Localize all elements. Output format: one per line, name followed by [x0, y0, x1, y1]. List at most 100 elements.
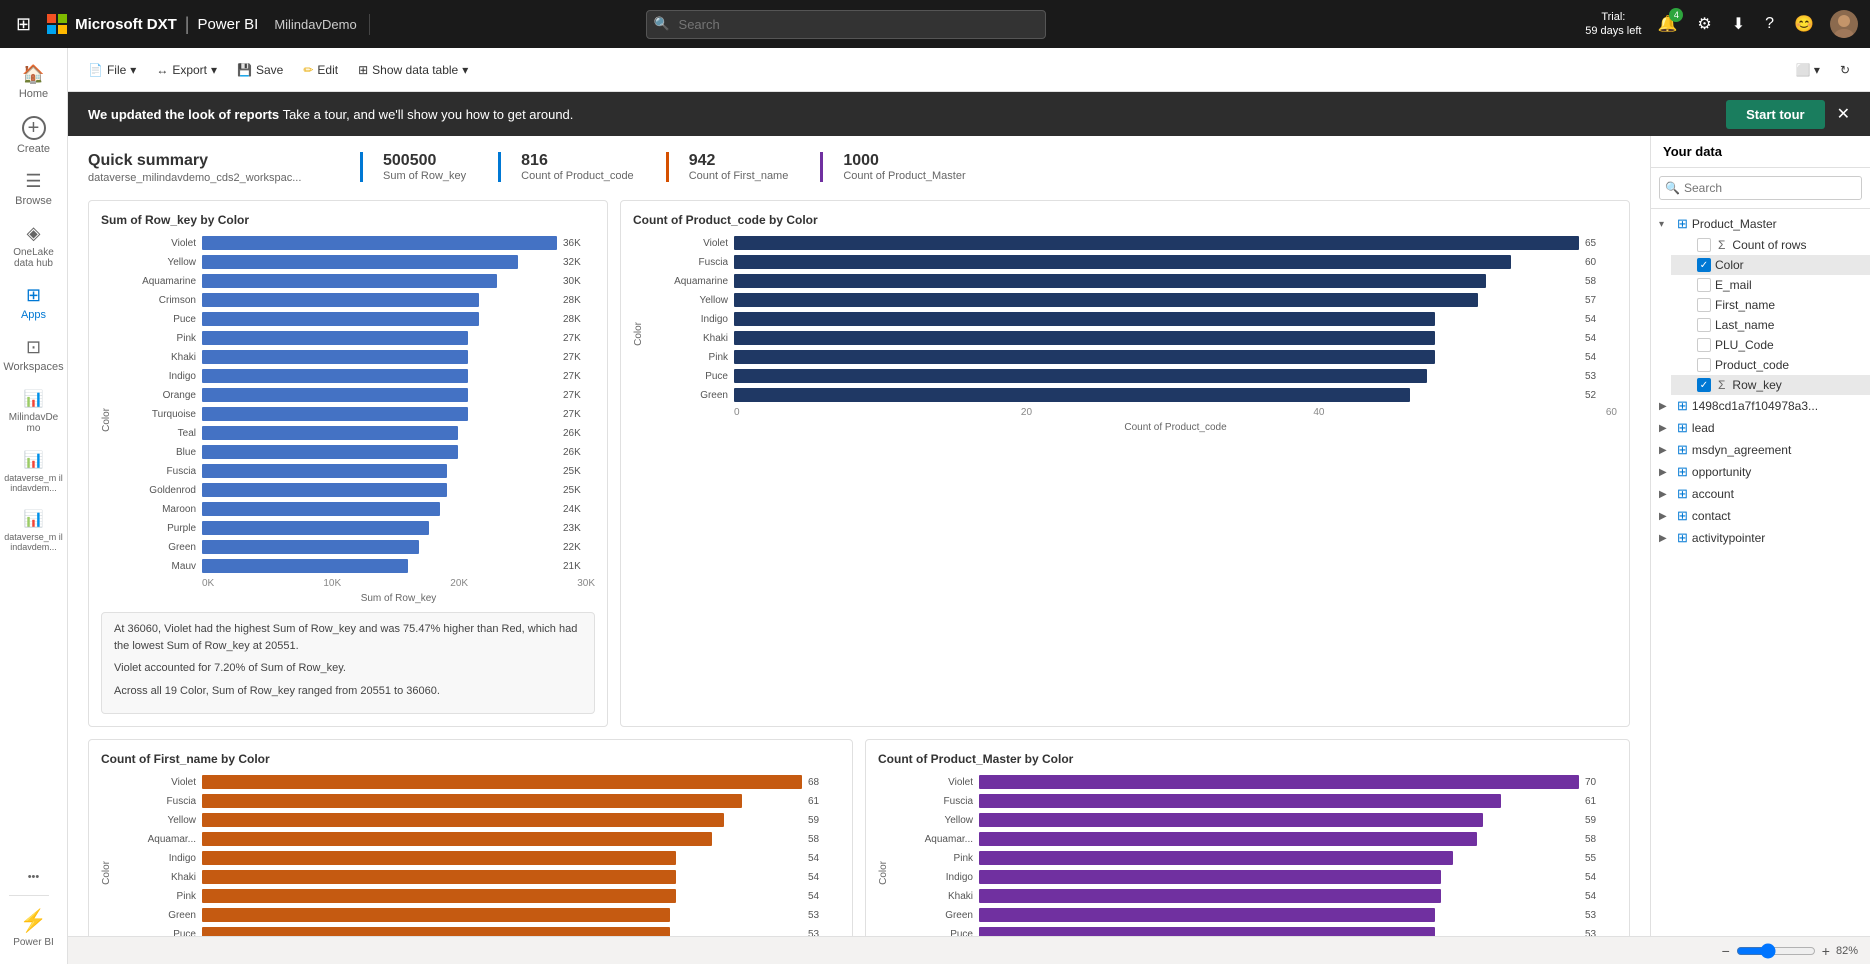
table-icon-contact: ⊞: [1677, 508, 1688, 524]
nav-right: Trial: 59 days left 🔔 4 ⚙ ⬇ ? 😊: [1585, 10, 1858, 39]
bar-row: Fuscia61: [893, 793, 1617, 809]
banner-text: We updated the look of reports Take a to…: [88, 107, 573, 122]
banner-close-btn[interactable]: ✕: [1837, 104, 1850, 124]
zoom-value: 82%: [1836, 945, 1858, 957]
toolbar-right: ⬜ ▾ ↻: [1788, 59, 1858, 81]
bar-row: Fuscia25K: [116, 463, 595, 479]
last-name-checkbox[interactable]: [1697, 318, 1711, 332]
plu-code-checkbox[interactable]: [1697, 338, 1711, 352]
tree-table-account[interactable]: ▶ ⊞ account: [1651, 483, 1870, 505]
qs-metric-product-code: 816 Count of Product_code: [498, 152, 654, 182]
workspace-name: MilindavDemo: [274, 17, 356, 32]
sidebar-item-onelake[interactable]: ◈ OneLake data hub: [0, 215, 67, 277]
sidebar-item-browse[interactable]: ☰ Browse: [0, 163, 67, 215]
expand-opportunity: ▶: [1659, 467, 1673, 478]
save-btn[interactable]: 💾 Save: [229, 59, 291, 81]
download-btn[interactable]: ⬇: [1728, 10, 1749, 38]
bar-row: Yellow32K: [116, 254, 595, 270]
charts-row-1: Sum of Row_key by Color Color Violet36K …: [88, 200, 1630, 727]
nav-logo: Microsoft DXT | Power BI MilindavDemo: [47, 14, 370, 35]
bar-row: Yellow57: [648, 292, 1617, 308]
zoom-out-btn[interactable]: −: [1722, 943, 1730, 959]
chart3-bars: Violet68 Fuscia61 Yellow59 Aquamar...58 …: [116, 774, 840, 942]
tree-table-msdyn[interactable]: ▶ ⊞ msdyn_agreement: [1651, 439, 1870, 461]
sidebar-item-home[interactable]: 🏠 Home: [0, 56, 67, 108]
product-code-checkbox[interactable]: [1697, 358, 1711, 372]
bar-row: Khaki54: [648, 330, 1617, 346]
tree-product-code[interactable]: Product_code: [1671, 355, 1870, 375]
row-key-checkbox[interactable]: ✓: [1697, 378, 1711, 392]
zoom-in-btn[interactable]: +: [1822, 943, 1830, 959]
first-name-checkbox[interactable]: [1697, 298, 1711, 312]
tree-count-rows[interactable]: Σ Count of rows: [1671, 235, 1870, 255]
count-rows-checkbox[interactable]: [1697, 238, 1711, 252]
bar-row: Indigo54: [648, 311, 1617, 327]
bar-row: Khaki27K: [116, 349, 595, 365]
table-icon-account: ⊞: [1677, 486, 1688, 502]
global-search: 🔍: [646, 10, 1046, 39]
bar-row: Turquoise27K: [116, 406, 595, 422]
export-btn[interactable]: ↔ Export ▾: [148, 59, 225, 81]
chart1-y-axis: Color: [101, 408, 112, 432]
sidebar-item-dataverse2[interactable]: 📊 dataverse_m ilindavdem...: [0, 501, 67, 560]
sidebar-item-more[interactable]: •••: [9, 863, 58, 891]
edit-btn[interactable]: ✏ Edit: [295, 59, 346, 81]
tree-email[interactable]: E_mail: [1671, 275, 1870, 295]
tree-last-name[interactable]: Last_name: [1671, 315, 1870, 335]
bar-row: Teal26K: [116, 425, 595, 441]
tree-table-1498[interactable]: ▶ ⊞ 1498cd1a7f104978a3...: [1651, 395, 1870, 417]
bar-row: Indigo27K: [116, 368, 595, 384]
expand-account: ▶: [1659, 489, 1673, 500]
sidebar-item-dataverse1[interactable]: 📊 dataverse_m ilindavdem...: [0, 442, 67, 501]
help-btn[interactable]: ?: [1761, 11, 1778, 37]
window-btn[interactable]: ⬜ ▾: [1788, 59, 1828, 81]
sidebar-item-milindav[interactable]: 📊 MilindavDe mo: [0, 381, 67, 442]
bar-row: Aquamar...58: [893, 831, 1617, 847]
update-banner: We updated the look of reports Take a to…: [68, 92, 1870, 136]
refresh-btn[interactable]: ↻: [1832, 59, 1858, 81]
show-data-table-btn[interactable]: ⊞ Show data table ▾: [350, 59, 476, 81]
tree-first-name[interactable]: First_name: [1671, 295, 1870, 315]
start-tour-btn[interactable]: Start tour: [1726, 100, 1825, 129]
expand-msdyn: ▶: [1659, 445, 1673, 456]
email-checkbox[interactable]: [1697, 278, 1711, 292]
bar-row: Aquamarine30K: [116, 273, 595, 289]
color-checkbox[interactable]: ✓: [1697, 258, 1711, 272]
bar-row: Violet68: [116, 774, 840, 790]
tree-table-opportunity[interactable]: ▶ ⊞ opportunity: [1651, 461, 1870, 483]
filters-search-area: 🔍: [1651, 168, 1870, 209]
tree-table-contact[interactable]: ▶ ⊞ contact: [1651, 505, 1870, 527]
charts-row-2: Count of First_name by Color Color Viole…: [88, 739, 1630, 964]
chart3-y-axis: Color: [101, 861, 112, 885]
tree-color[interactable]: ✓ Color: [1671, 255, 1870, 275]
powerbi-logo-icon: ⚡: [20, 908, 47, 934]
user-icon-btn[interactable]: 😊: [1790, 10, 1818, 38]
powerbi-name: Power BI: [197, 16, 258, 33]
tree-row-key[interactable]: ✓ Σ Row_key: [1671, 375, 1870, 395]
tree-plu-code[interactable]: PLU_Code: [1671, 335, 1870, 355]
chart1-bars: Violet36K Yellow32K Aquamarine30K Crimso…: [116, 235, 595, 574]
bar-row: Violet36K: [116, 235, 595, 251]
sidebar-item-apps[interactable]: ⊞ Apps: [0, 277, 67, 329]
tree-table-lead[interactable]: ▶ ⊞ lead: [1651, 417, 1870, 439]
sidebar-item-create[interactable]: + Create: [0, 108, 67, 163]
file-btn[interactable]: 📄 File ▾: [80, 59, 144, 81]
dataverse2-icon: 📊: [24, 509, 44, 529]
main-area: Quick summary dataverse_milindavdemo_cds…: [68, 136, 1870, 964]
home-icon: 🏠: [22, 64, 44, 85]
filters-search-input[interactable]: [1659, 176, 1862, 200]
settings-btn[interactable]: ⚙: [1693, 10, 1715, 38]
search-input[interactable]: [646, 10, 1046, 39]
top-nav: ⊞ Microsoft DXT | Power BI MilindavDemo …: [0, 0, 1870, 48]
tree-table-activitypointer[interactable]: ▶ ⊞ activitypointer: [1651, 527, 1870, 549]
zoom-slider[interactable]: [1736, 943, 1816, 959]
avatar[interactable]: [1830, 10, 1858, 38]
tree-product-master[interactable]: ▾ ⊞ Product_Master: [1651, 213, 1870, 235]
bar-row: Yellow59: [893, 812, 1617, 828]
bar-row: Green22K: [116, 539, 595, 555]
notification-btn[interactable]: 🔔 4: [1653, 10, 1681, 38]
bottom-bar: − + 82%: [68, 936, 1870, 964]
sidebar-item-workspaces[interactable]: ⊡ Workspaces: [0, 329, 67, 381]
grid-icon[interactable]: ⊞: [12, 10, 35, 39]
sidebar-item-powerbi[interactable]: ⚡ Power BI: [9, 900, 58, 956]
